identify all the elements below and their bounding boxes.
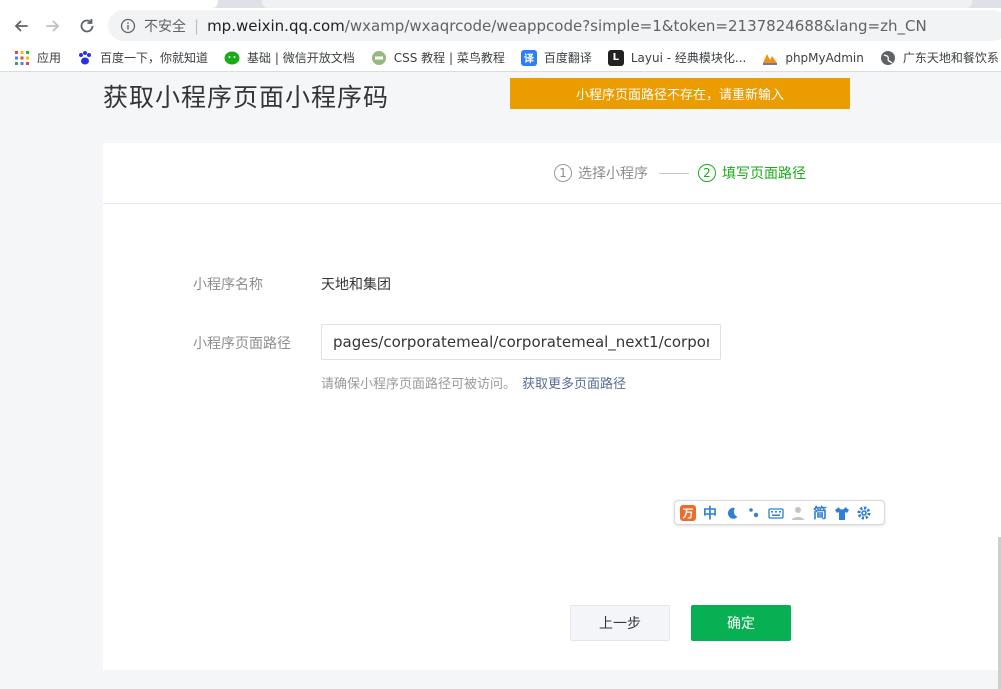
globe-icon [880,50,895,65]
ime-toolbar[interactable]: 万 中 简 [674,500,885,525]
wechat-icon [224,51,240,64]
step-label: 选择小程序 [578,166,648,182]
bookmark-baidu[interactable]: 百度一下，你就知道 [77,49,208,66]
path-hint: 请确保小程序页面路径可被访问。 获取更多页面路径 [321,373,626,392]
runoob-icon [371,50,386,65]
baidu-paw-icon [79,50,92,64]
miniprogram-name-value: 天地和集团 [321,277,391,293]
error-toast: 小程序页面路径不存在，请重新输入 [510,78,850,109]
browser-tab[interactable] [262,0,972,8]
page-path-input[interactable] [321,324,721,360]
keyboard-icon[interactable] [768,505,784,521]
bookmark-layui[interactable]: L Layui - 经典模块化... [607,49,747,66]
step-label: 填写页面路径 [722,166,806,182]
address-bar[interactable]: 不安全 | mp.weixin.qq.com /wxamp/wxaqrcode/… [108,10,1001,41]
layui-icon: L [607,49,624,66]
punctuation-icon[interactable] [746,505,762,521]
bookmark-label: phpMyAdmin [785,50,864,65]
bookmark-label: 应用 [37,51,62,65]
arrow-left-icon [14,20,28,32]
bookmarks-bar: 应用 百度一下，你就知道 基础 | 微信开放文档 CSS 教程 | 菜鸟教程 译… [0,44,1001,72]
address-separator: | [194,16,200,35]
baidu-translate-icon: 译 [520,49,537,66]
reload-icon [80,19,94,33]
bookmark-wechat-docs[interactable]: 基础 | 微信开放文档 [224,49,355,66]
forward-button[interactable] [40,13,66,39]
bookmark-baidu-translate[interactable]: 译 百度翻译 [520,49,592,66]
step-connector [659,173,689,174]
skin-shirt-icon[interactable] [834,505,850,521]
page-path-label: 小程序页面路径 [193,336,291,352]
miniprogram-name-label: 小程序名称 [193,277,263,293]
page-title: 获取小程序页面小程序码 [103,83,390,112]
bookmark-label: 百度翻译 [543,51,592,65]
url-host: mp.weixin.qq.com [207,16,345,35]
ime-simplified-mode[interactable]: 简 [812,505,828,522]
path-hint-text: 请确保小程序页面路径可被访问。 [321,377,517,392]
bookmark-runoob[interactable]: CSS 教程 | 菜鸟教程 [371,49,505,66]
more-paths-link[interactable]: 获取更多页面路径 [522,377,626,392]
previous-step-button[interactable]: 上一步 [570,605,670,641]
bookmark-apps[interactable]: 应用 [14,49,61,66]
confirm-button[interactable]: 确定 [691,605,791,641]
form-card: 1 选择小程序 2 填写页面路径 小程序名称 天地和集团 小程序页面路径 请确保… [103,143,1001,670]
moon-icon[interactable] [724,505,740,521]
bookmark-label: 广东天地和餐饮系 [902,51,999,65]
ime-logo-icon[interactable]: 万 [680,504,696,521]
security-label: 不安全 [144,18,186,35]
arrow-right-icon [46,20,60,32]
url-path: /wxamp/wxaqrcode/weappcode?simple=1&toke… [344,16,927,35]
step-number: 2 [698,164,716,182]
settings-gear-icon[interactable] [856,505,872,521]
browser-active-tab[interactable] [0,0,218,8]
phpmyadmin-icon [763,53,778,65]
ime-chinese-mode[interactable]: 中 [702,505,718,522]
bookmark-label: 基础 | 微信开放文档 [247,51,355,65]
step-number: 1 [554,164,572,182]
browser-tab-strip [0,0,1001,8]
bookmark-phpmyadmin[interactable]: phpMyAdmin [762,50,864,66]
step-indicator: 1 选择小程序 2 填写页面路径 [103,143,1001,204]
back-button[interactable] [8,13,34,39]
step-select-miniprogram: 1 选择小程序 [554,163,648,183]
step-enter-path: 2 填写页面路径 [698,163,806,183]
browser-toolbar: 不安全 | mp.weixin.qq.com /wxamp/wxaqrcode/… [0,8,1001,44]
reload-button[interactable] [74,13,100,39]
user-icon[interactable] [790,505,806,521]
bookmark-label: CSS 教程 | 菜鸟教程 [393,51,505,65]
bookmark-guangdong[interactable]: 广东天地和餐饮系 [880,49,999,66]
info-icon[interactable] [120,18,136,34]
bookmark-label: Layui - 经典模块化... [630,51,747,65]
bookmark-label: 百度一下，你就知道 [100,51,209,65]
apps-grid-icon [15,50,29,65]
page-content: 获取小程序页面小程序码 小程序页面路径不存在，请重新输入 1 选择小程序 2 填… [0,73,1001,689]
